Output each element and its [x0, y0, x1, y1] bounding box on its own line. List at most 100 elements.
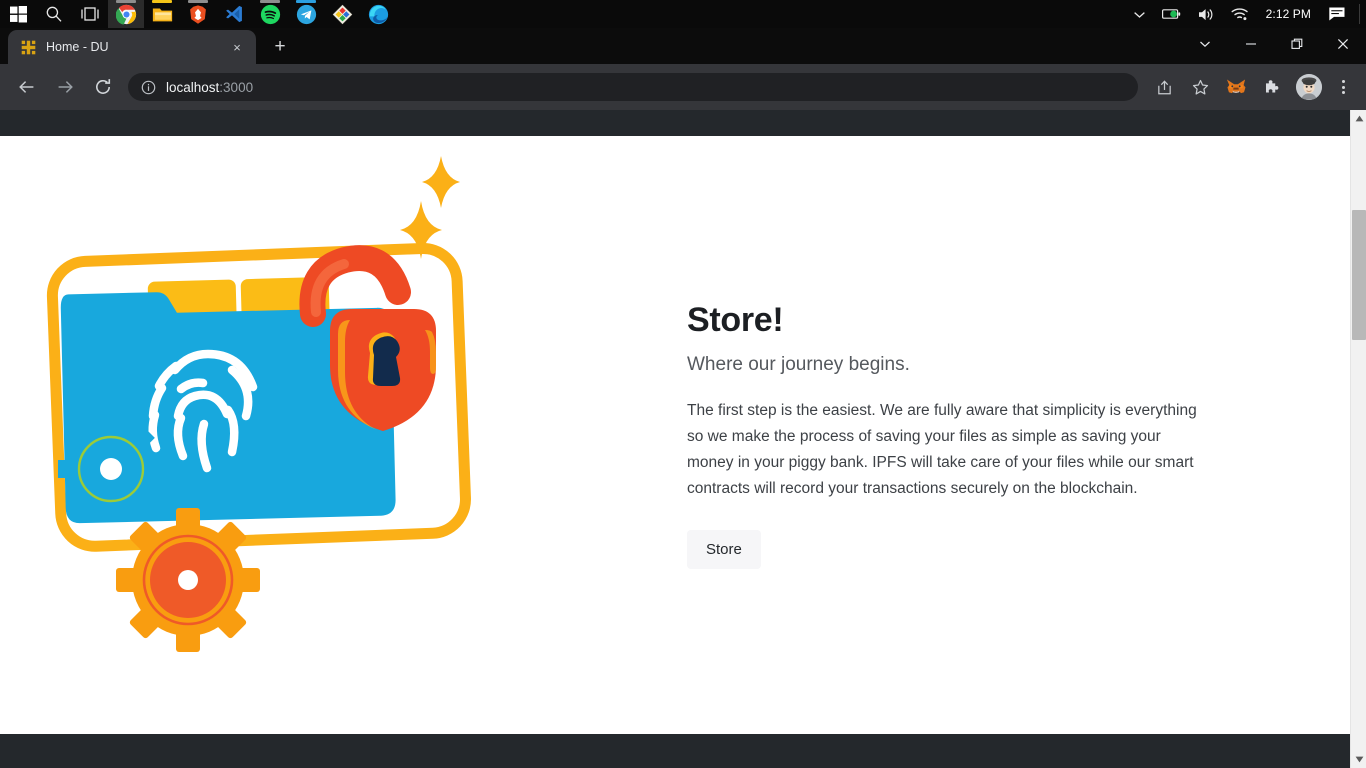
close-icon	[1337, 38, 1349, 50]
secure-storage-illustration	[0, 136, 675, 734]
menu-dot	[1341, 80, 1345, 83]
minimize-button[interactable]	[1228, 28, 1274, 60]
chevron-up-icon	[1133, 11, 1145, 18]
share-icon	[1157, 79, 1171, 94]
notification-icon	[1329, 7, 1345, 21]
close-window-button[interactable]	[1320, 28, 1366, 60]
web-page: Store! Where our journey begins. The fir…	[0, 110, 1350, 768]
telegram-icon	[296, 4, 316, 24]
site-navbar	[0, 110, 1350, 136]
chrome-icon	[115, 4, 136, 25]
site-footer	[0, 734, 1350, 768]
chevron-down-icon	[1200, 41, 1210, 48]
edge-icon	[368, 4, 388, 24]
taskbar-app-telegram[interactable]	[288, 0, 324, 28]
wifi-button[interactable]	[1224, 0, 1256, 28]
illustration-svg	[46, 156, 471, 652]
arrow-right-icon	[58, 81, 73, 93]
search-button[interactable]	[36, 0, 72, 28]
volume-icon	[1198, 8, 1212, 20]
start-button[interactable]	[0, 0, 36, 28]
window-controls	[1182, 28, 1366, 64]
sparkle-icon	[422, 156, 460, 208]
url-path: :3000	[219, 79, 254, 95]
taskbar-app-spotify[interactable]	[252, 0, 288, 28]
blue-gear-icon	[58, 416, 164, 522]
taskbar-app-paint[interactable]	[324, 0, 360, 28]
scrollbar-thumb[interactable]	[1352, 210, 1366, 340]
chrome-menu-button[interactable]	[1330, 74, 1356, 100]
taskbar-app-file-explorer[interactable]	[144, 0, 180, 28]
page-body-text: The first step is the easiest. We are fu…	[687, 401, 1197, 498]
browser-toolbar: localhost:3000	[0, 64, 1366, 110]
vscode-icon	[226, 5, 242, 23]
address-bar[interactable]: localhost:3000	[128, 73, 1138, 101]
maximize-icon	[1291, 38, 1303, 49]
site-information-icon[interactable]	[140, 79, 156, 95]
arrow-left-icon	[19, 81, 34, 93]
metamask-fox-icon	[1226, 79, 1246, 93]
browser-tab-home-du[interactable]: Home - DU ×	[8, 30, 256, 64]
metamask-extension-button[interactable]	[1223, 74, 1249, 100]
caret-up-icon	[1355, 115, 1363, 122]
tray-divider	[1359, 4, 1360, 24]
scroll-down-button[interactable]	[1351, 751, 1366, 768]
orange-gear-icon	[116, 508, 260, 652]
windows-logo-icon	[9, 5, 27, 22]
avatar-image-icon	[1296, 74, 1322, 100]
tab-strip: Home - DU × +	[0, 28, 1366, 64]
page-scrollbar[interactable]	[1350, 110, 1366, 768]
tab-close-button[interactable]: ×	[228, 38, 246, 56]
tab-title: Home - DU	[46, 40, 109, 54]
windows-taskbar: 2:12 PM	[0, 0, 1366, 28]
share-button[interactable]	[1151, 74, 1177, 100]
profile-avatar[interactable]	[1296, 74, 1322, 100]
search-icon	[46, 6, 62, 22]
star-icon	[1192, 79, 1208, 95]
page-viewport: Store! Where our journey begins. The fir…	[0, 110, 1366, 768]
address-bar-text: localhost:3000	[166, 80, 253, 95]
minimize-icon	[1246, 43, 1256, 45]
tab-search-button[interactable]	[1182, 28, 1228, 60]
brave-icon	[190, 4, 206, 24]
reload-icon	[96, 79, 111, 94]
menu-dot	[1341, 85, 1345, 89]
scroll-up-button[interactable]	[1351, 110, 1366, 127]
hero-section: Store! Where our journey begins. The fir…	[0, 136, 1350, 734]
task-view-icon	[81, 7, 99, 21]
page-title: Store!	[687, 300, 784, 339]
chrome-window: Home - DU × + localhost:3000 Store! Wher…	[0, 28, 1366, 768]
new-tab-button[interactable]: +	[266, 32, 294, 60]
bookmark-button[interactable]	[1187, 74, 1213, 100]
task-view-button[interactable]	[72, 0, 108, 28]
store-button[interactable]: Store	[687, 530, 761, 570]
toolbar-actions	[1146, 74, 1358, 100]
taskbar-app-brave[interactable]	[180, 0, 216, 28]
url-host: localhost	[166, 79, 220, 95]
paint-icon	[332, 4, 352, 24]
battery-button[interactable]	[1155, 0, 1189, 28]
system-tray: 2:12 PM	[1126, 0, 1366, 28]
notification-center-button[interactable]	[1321, 0, 1353, 28]
reload-button[interactable]	[88, 72, 118, 102]
volume-button[interactable]	[1191, 0, 1222, 28]
taskbar-app-edge[interactable]	[360, 0, 396, 28]
menu-dot	[1341, 91, 1345, 94]
battery-icon	[1161, 9, 1180, 19]
taskbar-app-chrome[interactable]	[108, 0, 144, 28]
back-button[interactable]	[12, 72, 42, 102]
taskbar-app-list	[0, 0, 396, 28]
maximize-button[interactable]	[1274, 28, 1320, 60]
page-subtitle: Where our journey begins.	[687, 353, 910, 375]
caret-down-icon	[1355, 756, 1363, 763]
taskbar-app-vscode[interactable]	[216, 0, 252, 28]
taskbar-clock[interactable]: 2:12 PM	[1258, 7, 1319, 21]
extensions-button[interactable]	[1259, 74, 1285, 100]
forward-button[interactable]	[50, 72, 80, 102]
puzzle-piece-icon	[1265, 79, 1278, 93]
file-explorer-icon	[152, 8, 172, 21]
du-site-favicon-icon	[21, 40, 36, 54]
spotify-icon	[260, 4, 280, 24]
show-hidden-icons-button[interactable]	[1126, 0, 1153, 28]
info-circle-icon	[141, 80, 155, 94]
